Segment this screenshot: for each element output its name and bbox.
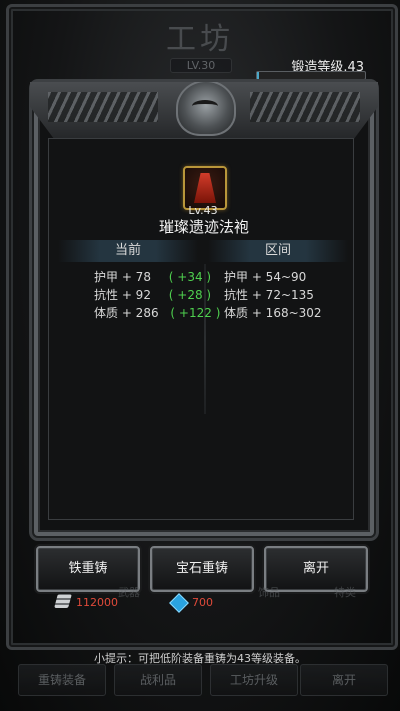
range-row-vitality: 体质 + 168~302 xyxy=(224,306,322,320)
forge-progress-fill xyxy=(257,72,260,79)
stat-bonus: ( +34 ) xyxy=(168,270,212,284)
item-name: 璀璨遗迹法袍 xyxy=(158,218,249,236)
ornament-left xyxy=(48,92,158,122)
stat-row-resist: 抗性 + 92 ( +28 ) xyxy=(94,286,220,304)
stat-label: 护甲 + 78 xyxy=(94,270,151,284)
ornament-right xyxy=(250,92,360,122)
gem-amount: 700 xyxy=(192,596,213,609)
stat-bonus: ( +122 ) xyxy=(170,306,221,320)
range-stats: 护甲 + 54~90 抗性 + 72~135 体质 + 168~302 xyxy=(224,268,322,322)
tab-upgrade[interactable]: 工坊升级 xyxy=(210,664,298,696)
workshop-title: 工坊 xyxy=(166,22,234,57)
current-header: 当前 xyxy=(58,240,198,262)
recast-dialog: Lv.43 璀璨遗迹法袍 当前 区间 护甲 + 78 ( +34 ) 抗性 + … xyxy=(30,82,378,536)
gem-recast-button[interactable]: 宝石重铸 xyxy=(150,546,254,592)
robe-shape xyxy=(194,173,216,203)
range-header: 区间 xyxy=(208,240,348,262)
stat-row-vitality: 体质 + 286 ( +122 ) xyxy=(94,304,220,322)
dialog-header-ornament xyxy=(30,82,378,144)
ghost-other-label: 特类 xyxy=(334,586,356,599)
demon-mask-icon xyxy=(176,82,236,136)
tab-recast[interactable]: 重铸装备 xyxy=(18,664,106,696)
workshop-level-badge: LV.30 xyxy=(170,58,232,73)
current-stats: 护甲 + 78 ( +34 ) 抗性 + 92 ( +28 ) 体质 + 286… xyxy=(94,268,220,322)
ghost-weapon-label: 武器 xyxy=(118,586,140,599)
iron-amount: 112000 xyxy=(76,596,118,609)
stat-label: 体质 + 286 xyxy=(94,306,159,320)
range-row-armor: 护甲 + 54~90 xyxy=(224,270,307,284)
tab-leave[interactable]: 离开 xyxy=(300,664,388,696)
stat-bonus: ( +28 ) xyxy=(168,288,212,302)
range-row-resist: 抗性 + 72~135 xyxy=(224,288,314,302)
tab-loot[interactable]: 战利品 xyxy=(114,664,202,696)
stat-row-armor: 护甲 + 78 ( +34 ) xyxy=(94,268,220,286)
ghost-ornament-label: 饰品 xyxy=(258,586,280,599)
stat-label: 抗性 + 92 xyxy=(94,288,151,302)
